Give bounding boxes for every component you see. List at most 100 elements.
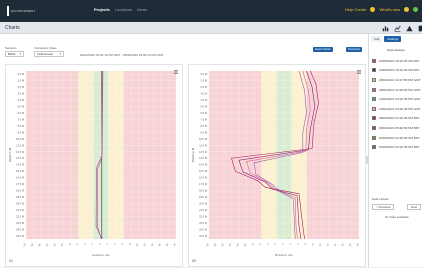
y-tick-label: 8.5 M xyxy=(201,124,208,128)
x-tick-label: -10 xyxy=(243,242,248,247)
page-title-bar: Charts xyxy=(0,22,422,34)
x-tick-label: 18 xyxy=(348,242,352,246)
x-tick-label: 0 xyxy=(99,242,103,245)
sections-select[interactable]: BH01 ▾ xyxy=(5,51,24,57)
x-tick-label: -12 xyxy=(235,242,240,247)
help-center-link[interactable]: Help Center xyxy=(345,7,366,12)
sidebar-tabs: Add Settings xyxy=(369,36,422,42)
status-indicator-icon xyxy=(413,7,418,12)
y-tick-label: 13.5 M xyxy=(16,156,24,160)
checkbox-icon[interactable] xyxy=(372,68,376,73)
y-tick-label: 24.5 M xyxy=(199,227,207,231)
a-axis-chart[interactable]: 0.5 M 1.5 M 2.5 M 3.5 M 4.5 M 5.5 M 6.5 M 7.5 M… xyxy=(6,65,184,268)
x-tick-label: 6 xyxy=(304,242,308,245)
tab-add[interactable]: Add xyxy=(371,36,383,42)
main-nav: Projects Locations Alerts xyxy=(94,7,147,12)
nav-projects[interactable]: Projects xyxy=(94,7,110,12)
tab-settings[interactable]: Settings xyxy=(384,36,402,42)
legend-item[interactable]: 20/05/2022 10:22:30 AM BST xyxy=(372,56,422,66)
y-tick-label: 12.5 M xyxy=(199,150,207,154)
x-tick-label: 10 xyxy=(135,242,139,246)
legend-item[interactable]: 04/05/2022 02:26:38 PM BST xyxy=(372,133,422,143)
chart-menu-icon[interactable] xyxy=(357,70,361,74)
checkbox-icon[interactable] xyxy=(372,58,376,63)
y-tick-label: 15.5 M xyxy=(16,169,24,173)
checkbox-icon[interactable] xyxy=(372,77,376,82)
chart-toolbar xyxy=(382,22,422,34)
y-tick-label: 9.5 M xyxy=(18,130,25,134)
user-avatar-icon[interactable] xyxy=(404,7,409,12)
y-tick-label: 15.5 M xyxy=(199,169,207,173)
page-title: Charts xyxy=(5,25,20,31)
legend-item-label: 08/04/2022 05:26:50 PM BST xyxy=(379,125,420,130)
y-tick-label: 25.5 M xyxy=(199,234,207,238)
x-tick-label: -6 xyxy=(259,242,263,246)
y-tick-label: 25.5 M xyxy=(16,234,24,238)
checkbox-icon[interactable] xyxy=(372,106,376,111)
y-tick-label: 21.5 M xyxy=(16,208,24,212)
line-chart-icon[interactable] xyxy=(394,24,401,32)
bar-chart-icon[interactable] xyxy=(382,25,389,32)
x-tick-label: -8 xyxy=(68,242,72,246)
previous-button[interactable]: < Previous xyxy=(372,204,395,210)
app-logo[interactable]: ENVIRONMENT xyxy=(7,5,35,17)
legend-item[interactable]: 28/02/2022 12:48:00 PM GMT xyxy=(372,85,422,95)
x-tick-label: -4 xyxy=(83,242,87,246)
y-tick-label: 18.5 M xyxy=(199,189,207,193)
x-tick-label: -20 xyxy=(22,242,27,247)
legend-item[interactable]: 10/02/2022 03:26:38 PM GMT xyxy=(372,104,422,114)
legend-item[interactable]: 08/04/2022 05:26:50 PM BST xyxy=(372,123,422,133)
legend-item[interactable]: 20/05/2022 10:22:40 AM BST xyxy=(372,66,422,76)
x-tick-label: -2 xyxy=(91,242,95,246)
x-tick-label: 2 xyxy=(106,242,110,245)
next-button[interactable]: Next xyxy=(407,204,422,210)
export-series-button[interactable]: Export Series xyxy=(313,47,333,52)
checkbox-icon[interactable] xyxy=(372,116,376,121)
y-tick-label: 22.5 M xyxy=(16,214,24,218)
chart-panel-2: 0.5 M 1.5 M 2.5 M 3.5 M 4.5 M 5.5 M 6.5 M 7.5 M… xyxy=(188,64,366,267)
menu-bar xyxy=(357,73,361,74)
whats-new-link[interactable]: What's new xyxy=(379,7,400,12)
y-tick-label: 8.5 M xyxy=(18,124,25,128)
b-axis-chart[interactable]: 0.5 M 1.5 M 2.5 M 3.5 M 4.5 M 5.5 M 6.5 M 7.5 M… xyxy=(189,65,367,268)
legend-item-label: 04/05/2022 02:26:38 PM BST xyxy=(379,135,420,140)
checkbox-icon[interactable] xyxy=(372,87,376,92)
y-tick-label: 19.5 M xyxy=(199,195,207,199)
help-icon[interactable] xyxy=(370,7,376,12)
chart-menu-icon[interactable] xyxy=(174,70,178,74)
x-tick-label: 6 xyxy=(121,242,125,245)
y-tick-label: 0.5 M xyxy=(18,72,25,76)
nav-locations[interactable]: Locations xyxy=(115,7,132,12)
checkbox-icon[interactable] xyxy=(372,145,376,150)
checkbox-icon[interactable] xyxy=(372,125,376,130)
x-tick-label: -18 xyxy=(213,242,218,247)
legend-item-label: 28/02/2022 12:27:50 PM GMT xyxy=(379,77,421,82)
y-tick-label: 4.5 M xyxy=(18,98,25,102)
y-axis-label: Depth in M xyxy=(8,147,12,162)
legend-item[interactable]: 04/06/2022 02:26:38 PM BST xyxy=(372,142,422,152)
x-tick-label: 14 xyxy=(333,242,337,246)
sections-label: Sections xyxy=(5,46,17,50)
more-icon[interactable] xyxy=(418,25,422,32)
data-sidebar: Add Settings Data displays 20/05/2022 10… xyxy=(368,34,422,267)
legend-item[interactable]: 10/02/2022 03:26:38 PM GMT xyxy=(372,94,422,104)
instrument-class-select[interactable]: Inclinometer ▾ xyxy=(34,51,64,57)
warning-icon[interactable] xyxy=(406,25,413,32)
chart-2-footer: 02 xyxy=(192,259,196,263)
legend-item[interactable]: 08/03/2022 02:26:38 PM BST xyxy=(372,114,422,124)
nav-alerts[interactable]: Alerts xyxy=(137,7,147,12)
menu-bar xyxy=(357,71,361,73)
checkbox-icon[interactable] xyxy=(372,97,376,102)
checkbox-icon[interactable] xyxy=(372,135,376,140)
y-tick-label: 0.5 M xyxy=(201,72,208,76)
legend-item-label: 28/02/2022 12:48:00 PM GMT xyxy=(379,87,421,92)
legend-item[interactable]: 28/02/2022 12:27:50 PM GMT xyxy=(372,75,422,85)
x-tick-label: -4 xyxy=(266,242,270,246)
x-tick-label: -16 xyxy=(37,242,42,247)
threshold-band xyxy=(209,71,262,239)
y-tick-label: 1.5 M xyxy=(201,79,208,83)
x-tick-label: -14 xyxy=(45,242,50,247)
x-tick-label: 8 xyxy=(129,242,133,245)
y-tick-label: 22.5 M xyxy=(199,214,207,218)
download-button[interactable]: Download xyxy=(346,47,362,52)
